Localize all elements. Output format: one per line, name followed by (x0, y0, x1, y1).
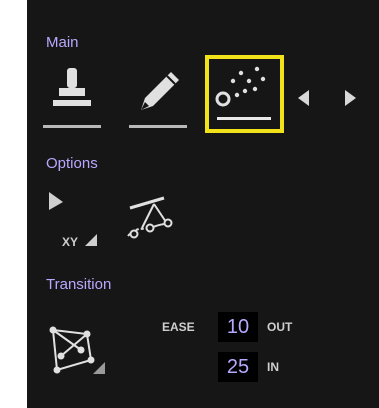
spray-tool-button[interactable] (205, 55, 284, 133)
pencil-icon (141, 72, 179, 110)
spray-tool-underline (217, 117, 271, 120)
stamp-tool-underline (43, 125, 101, 128)
xy-label: XY (62, 235, 79, 249)
section-main-label: Main (46, 34, 79, 51)
ease-out-value[interactable]: 10 (218, 312, 258, 342)
ease-label: EASE (162, 320, 195, 334)
section-options-label: Options (46, 155, 98, 172)
spray-icon (215, 66, 266, 107)
cursor-icon (49, 192, 63, 210)
out-label: OUT (267, 320, 293, 334)
transition-shape-button[interactable] (47, 320, 107, 376)
stamp-icon (53, 68, 91, 106)
cursor-option-button[interactable]: XY (47, 190, 102, 250)
corner-triangle-icon (85, 234, 97, 246)
curve-path-icon (127, 196, 173, 239)
in-label: IN (267, 360, 279, 374)
tool-panel: Main Options XY Transition EASE 10 OUT 2… (27, 0, 379, 408)
stamp-tool-button[interactable] (41, 62, 103, 134)
pencil-tool-button[interactable] (127, 62, 189, 134)
curve-path-option-button[interactable] (122, 190, 182, 250)
section-transition-label: Transition (46, 276, 112, 293)
next-arrow-button[interactable] (345, 90, 356, 106)
transition-shape-icon (49, 326, 105, 374)
ease-in-value[interactable]: 25 (218, 352, 258, 382)
prev-arrow-button[interactable] (298, 90, 309, 106)
pencil-tool-underline (129, 125, 187, 128)
